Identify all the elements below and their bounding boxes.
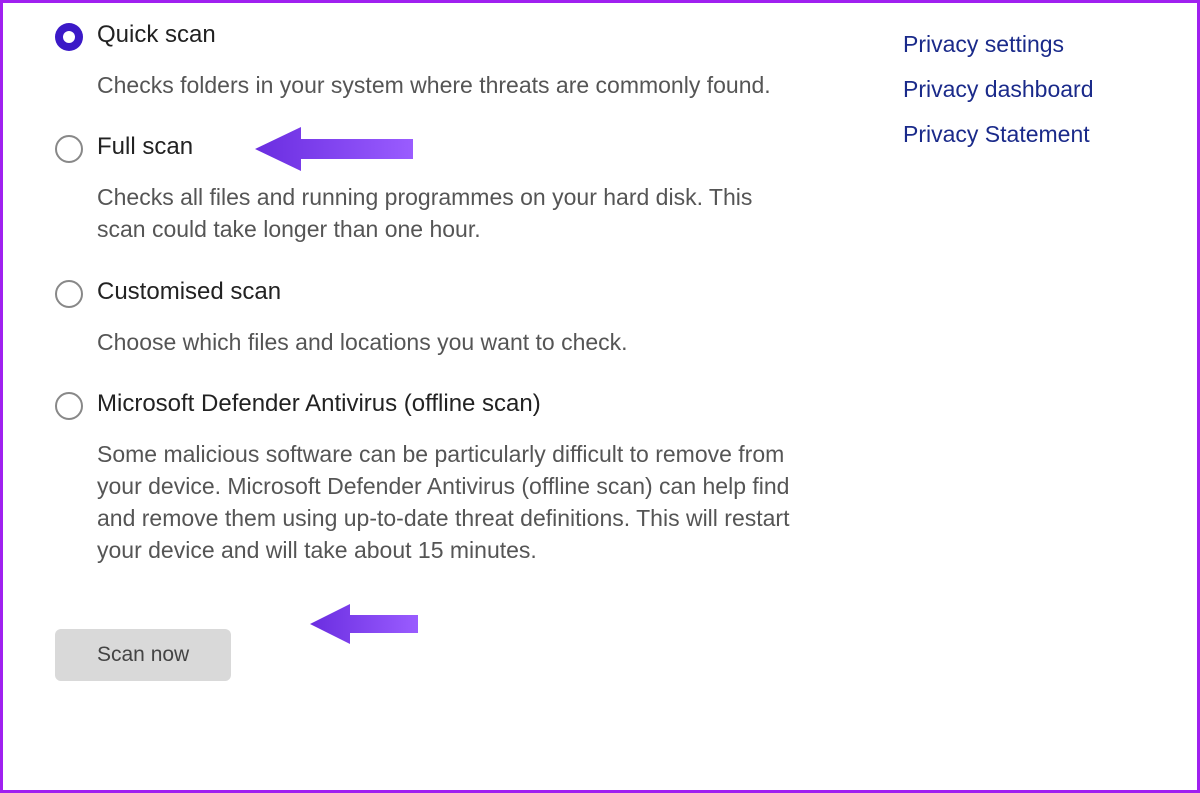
scan-option-description: Choose which files and locations you wan… <box>97 326 795 358</box>
scan-option-description: Some malicious software can be particula… <box>97 438 795 567</box>
annotation-arrow-icon <box>310 599 420 649</box>
scan-option-title: Customised scan <box>97 278 795 306</box>
scan-option-quick[interactable]: Quick scan Checks folders in your system… <box>55 21 795 101</box>
scan-option-description: Checks folders in your system where thre… <box>97 69 795 101</box>
radio-customised-scan[interactable] <box>55 280 83 308</box>
scan-option-title: Microsoft Defender Antivirus (offline sc… <box>97 390 795 418</box>
scan-option-full[interactable]: Full scan Checks all files and running p… <box>55 133 795 245</box>
link-privacy-settings[interactable]: Privacy settings <box>903 31 1105 58</box>
link-privacy-dashboard[interactable]: Privacy dashboard <box>903 76 1105 103</box>
privacy-links-panel: Privacy settings Privacy dashboard Priva… <box>825 21 1105 681</box>
scan-now-button[interactable]: Scan now <box>55 629 231 681</box>
scan-option-title: Full scan <box>97 133 795 161</box>
radio-quick-scan[interactable] <box>55 23 83 51</box>
radio-full-scan[interactable] <box>55 135 83 163</box>
scan-options-panel: Quick scan Checks folders in your system… <box>55 21 795 681</box>
scan-option-customised[interactable]: Customised scan Choose which files and l… <box>55 278 795 358</box>
radio-offline-scan[interactable] <box>55 392 83 420</box>
scan-option-description: Checks all files and running programmes … <box>97 181 795 245</box>
scan-option-title: Quick scan <box>97 21 795 49</box>
link-privacy-statement[interactable]: Privacy Statement <box>903 121 1105 148</box>
scan-option-offline[interactable]: Microsoft Defender Antivirus (offline sc… <box>55 390 795 567</box>
